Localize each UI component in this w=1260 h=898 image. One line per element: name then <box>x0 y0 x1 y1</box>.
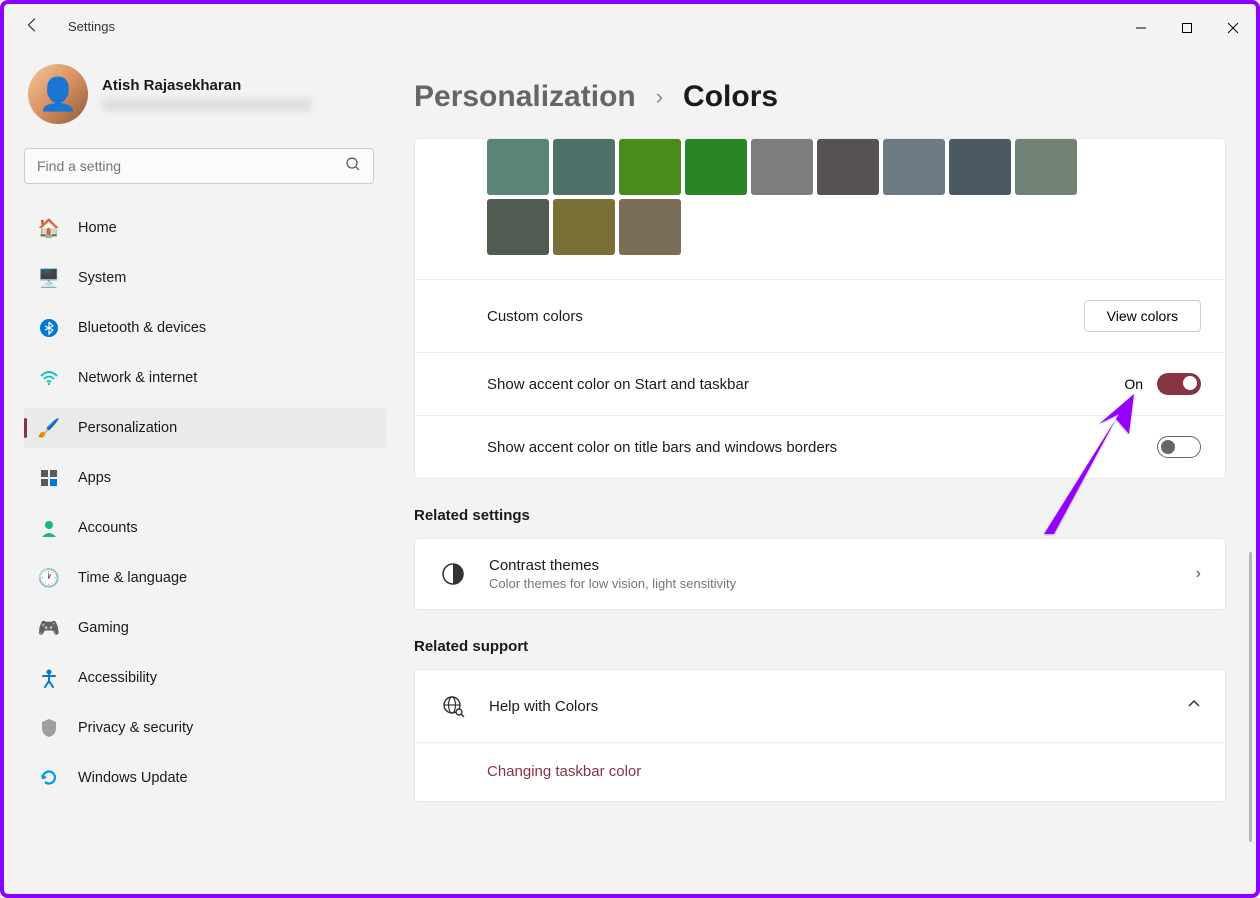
apps-icon <box>38 467 60 489</box>
color-swatch[interactable] <box>751 139 813 195</box>
breadcrumb-parent[interactable]: Personalization <box>414 80 636 114</box>
personalization-icon: 🖌️ <box>38 417 60 439</box>
colors-card: Custom colors View colors Show accent co… <box>414 138 1226 479</box>
color-swatch-grid <box>487 139 1087 255</box>
color-swatch[interactable] <box>619 139 681 195</box>
scrollbar[interactable] <box>1249 552 1252 842</box>
accounts-icon <box>38 517 60 539</box>
contrast-subtitle: Color themes for low vision, light sensi… <box>489 576 1196 591</box>
minimize-button[interactable] <box>1118 12 1164 44</box>
color-swatch[interactable] <box>619 199 681 255</box>
accent-title-label: Show accent color on title bars and wind… <box>487 439 837 456</box>
sidebar-item-update[interactable]: Windows Update <box>24 758 386 798</box>
avatar: 👤 <box>28 64 88 124</box>
contrast-themes-link[interactable]: Contrast themes Color themes for low vis… <box>414 538 1226 610</box>
color-swatch[interactable] <box>949 139 1011 195</box>
accent-title-row: Show accent color on title bars and wind… <box>415 415 1225 478</box>
color-swatch[interactable] <box>817 139 879 195</box>
accessibility-icon <box>38 667 60 689</box>
titlebar: Settings <box>4 4 1256 52</box>
color-swatch[interactable] <box>1015 139 1077 195</box>
search-field[interactable] <box>37 158 345 174</box>
update-icon <box>38 767 60 789</box>
color-swatch[interactable] <box>553 139 615 195</box>
sidebar-item-privacy[interactable]: Privacy & security <box>24 708 386 748</box>
close-button[interactable] <box>1210 12 1256 44</box>
help-title: Help with Colors <box>489 698 1187 715</box>
custom-colors-row: Custom colors View colors <box>415 279 1225 352</box>
user-section[interactable]: 👤 Atish Rajasekharan <box>24 64 386 124</box>
color-swatch[interactable] <box>487 199 549 255</box>
sidebar-item-bluetooth[interactable]: Bluetooth & devices <box>24 308 386 348</box>
chevron-right-icon: › <box>1196 565 1201 583</box>
breadcrumb: Personalization › Colors <box>414 80 1226 114</box>
chevron-right-icon: › <box>656 84 663 110</box>
accent-start-toggle[interactable] <box>1157 373 1201 395</box>
gaming-icon: 🎮 <box>38 617 60 639</box>
sidebar-item-system[interactable]: 🖥️System <box>24 258 386 298</box>
custom-colors-label: Custom colors <box>487 308 583 325</box>
color-swatch[interactable] <box>553 199 615 255</box>
search-input[interactable] <box>24 148 374 184</box>
sidebar-item-accessibility[interactable]: Accessibility <box>24 658 386 698</box>
help-card: Help with Colors Changing taskbar color <box>414 669 1226 802</box>
help-header[interactable]: Help with Colors <box>415 670 1225 742</box>
view-colors-button[interactable]: View colors <box>1084 300 1201 332</box>
accent-start-row: Show accent color on Start and taskbar O… <box>415 352 1225 415</box>
bluetooth-icon <box>38 317 60 339</box>
sidebar-item-personalization[interactable]: 🖌️Personalization <box>24 408 386 448</box>
breadcrumb-current: Colors <box>683 80 778 114</box>
color-swatch[interactable] <box>487 139 549 195</box>
app-title: Settings <box>68 19 115 34</box>
shield-icon <box>38 717 60 739</box>
color-swatch[interactable] <box>883 139 945 195</box>
system-icon: 🖥️ <box>38 267 60 289</box>
accent-title-toggle[interactable] <box>1157 436 1201 458</box>
wifi-icon <box>38 367 60 389</box>
sidebar: 👤 Atish Rajasekharan 🏠Home 🖥️System Blue… <box>4 52 394 894</box>
accent-start-label: Show accent color on Start and taskbar <box>487 376 749 393</box>
user-name: Atish Rajasekharan <box>102 77 312 94</box>
clock-icon: 🕐 <box>38 567 60 589</box>
sidebar-item-apps[interactable]: Apps <box>24 458 386 498</box>
sidebar-item-gaming[interactable]: 🎮Gaming <box>24 608 386 648</box>
back-icon[interactable] <box>24 16 44 36</box>
maximize-button[interactable] <box>1164 12 1210 44</box>
sidebar-item-accounts[interactable]: Accounts <box>24 508 386 548</box>
color-swatch[interactable] <box>685 139 747 195</box>
chevron-up-icon <box>1187 697 1201 716</box>
accent-start-state: On <box>1124 376 1143 392</box>
sidebar-item-home[interactable]: 🏠Home <box>24 208 386 248</box>
globe-search-icon <box>439 692 467 720</box>
sidebar-item-network[interactable]: Network & internet <box>24 358 386 398</box>
sidebar-item-time[interactable]: 🕐Time & language <box>24 558 386 598</box>
contrast-title: Contrast themes <box>489 557 1196 574</box>
main-content: Personalization › Colors Custom colors V… <box>394 52 1256 894</box>
search-icon <box>345 156 361 177</box>
user-email-blurred <box>102 98 312 112</box>
changing-taskbar-link[interactable]: Changing taskbar color <box>487 763 641 780</box>
home-icon: 🏠 <box>38 217 60 239</box>
related-support-heading: Related support <box>414 638 1226 655</box>
related-settings-heading: Related settings <box>414 507 1226 524</box>
contrast-icon <box>439 560 467 588</box>
